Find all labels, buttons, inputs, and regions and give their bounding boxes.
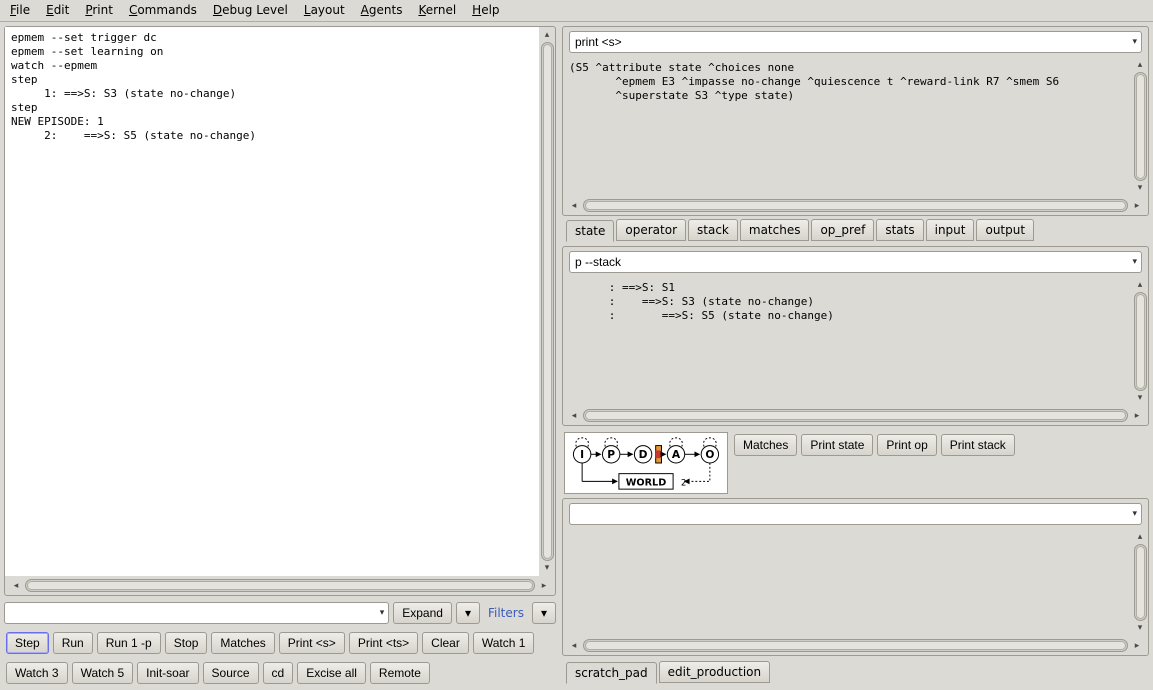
tab-input[interactable]: input xyxy=(926,219,975,241)
svg-text:I: I xyxy=(580,448,584,461)
bottom-right-pane: ▾ ▴ ▾ ◂ ▸ xyxy=(562,498,1149,656)
step-button[interactable]: Step xyxy=(6,632,49,654)
scroll-left-icon[interactable]: ◂ xyxy=(9,581,23,591)
menu-kernel[interactable]: Kernel xyxy=(418,3,456,17)
menu-debug-level[interactable]: Debug Level xyxy=(213,3,288,17)
watch1-button[interactable]: Watch 1 xyxy=(473,632,535,654)
print-state-button[interactable]: Print state xyxy=(801,434,873,456)
print-stack-button[interactable]: Print stack xyxy=(941,434,1015,456)
scroll-right-icon[interactable]: ▸ xyxy=(1130,641,1144,651)
tab-output[interactable]: output xyxy=(976,219,1034,241)
scroll-up-icon[interactable]: ▴ xyxy=(540,30,554,40)
scroll-down-icon[interactable]: ▾ xyxy=(1133,623,1147,633)
top-right-pane: ▾ (S5 ^attribute state ^choices none ^ep… xyxy=(562,26,1149,216)
cd-button[interactable]: cd xyxy=(263,662,294,684)
svg-text:O: O xyxy=(705,448,714,461)
top-right-vscroll[interactable]: ▴ ▾ xyxy=(1132,57,1148,196)
expand-dropdown-button[interactable]: ▾ xyxy=(456,602,480,624)
tab-scratch-pad[interactable]: scratch_pad xyxy=(566,662,657,684)
decision-cycle-diagram: I P D A O xyxy=(564,432,728,494)
menu-edit[interactable]: Edit xyxy=(46,3,69,17)
scroll-up-icon[interactable]: ▴ xyxy=(1133,532,1147,542)
mid-right-combo[interactable] xyxy=(569,251,1142,273)
watch5-button[interactable]: Watch 5 xyxy=(72,662,134,684)
menu-commands[interactable]: Commands xyxy=(129,3,197,17)
command-buttons-row2: Watch 3 Watch 5 Init-soar Source cd Exci… xyxy=(4,662,556,688)
svg-text:P: P xyxy=(607,448,615,461)
scroll-left-icon[interactable]: ◂ xyxy=(567,201,581,211)
menu-file[interactable]: File xyxy=(10,3,30,17)
bottom-tabbar: scratch_pad edit_production xyxy=(562,660,1149,688)
source-button[interactable]: Source xyxy=(203,662,259,684)
scroll-down-icon[interactable]: ▾ xyxy=(1133,183,1147,193)
scroll-up-icon[interactable]: ▴ xyxy=(1133,60,1147,70)
expand-button[interactable]: Expand xyxy=(393,602,452,624)
filters-link[interactable]: Filters xyxy=(484,606,528,620)
svg-text:2: 2 xyxy=(681,478,687,488)
bottom-right-vscroll[interactable]: ▴ ▾ xyxy=(1132,529,1148,636)
mid-right-pane: ▾ : ==>S: S1 : ==>S: S3 (state no-change… xyxy=(562,246,1149,426)
mid-right-hscroll[interactable] xyxy=(583,409,1128,422)
run1p-button[interactable]: Run 1 -p xyxy=(97,632,161,654)
mid-right-output: : ==>S: S1 : ==>S: S3 (state no-change) … xyxy=(563,277,1132,406)
diagram-world-label: WORLD xyxy=(626,477,666,488)
command-buttons-row1: Step Run Run 1 -p Stop Matches Print <s>… xyxy=(4,628,556,658)
tab-edit-production[interactable]: edit_production xyxy=(659,661,770,683)
run-button[interactable]: Run xyxy=(53,632,93,654)
scroll-down-icon[interactable]: ▾ xyxy=(540,563,554,573)
left-output-vscroll[interactable]: ▴ ▾ xyxy=(539,27,555,576)
bottom-right-output xyxy=(563,529,1132,636)
tab-state[interactable]: state xyxy=(566,220,614,242)
print-op-button[interactable]: Print op xyxy=(877,434,936,456)
tab-stack[interactable]: stack xyxy=(688,219,738,241)
top-right-combo[interactable] xyxy=(569,31,1142,53)
scroll-right-icon[interactable]: ▸ xyxy=(1130,411,1144,421)
menu-layout[interactable]: Layout xyxy=(304,3,345,17)
bottom-right-hscroll[interactable] xyxy=(583,639,1128,652)
tab-op-pref[interactable]: op_pref xyxy=(811,219,874,241)
print-s-button[interactable]: Print <s> xyxy=(279,632,345,654)
bottom-right-combo[interactable] xyxy=(569,503,1142,525)
tab-matches[interactable]: matches xyxy=(740,219,810,241)
scroll-up-icon[interactable]: ▴ xyxy=(1133,280,1147,290)
top-right-hscroll[interactable] xyxy=(583,199,1128,212)
top-right-output: (S5 ^attribute state ^choices none ^epme… xyxy=(563,57,1132,196)
right-tabbar: state operator stack matches op_pref sta… xyxy=(562,220,1149,242)
scroll-down-icon[interactable]: ▾ xyxy=(1133,393,1147,403)
left-command-combo[interactable] xyxy=(4,602,389,624)
left-output-text: epmem --set trigger dc epmem --set learn… xyxy=(5,27,539,576)
menubar: File Edit Print Commands Debug Level Lay… xyxy=(0,0,1153,22)
menu-agents[interactable]: Agents xyxy=(361,3,403,17)
tab-stats[interactable]: stats xyxy=(876,219,923,241)
remote-button[interactable]: Remote xyxy=(370,662,430,684)
menu-print[interactable]: Print xyxy=(85,3,113,17)
scroll-right-icon[interactable]: ▸ xyxy=(537,581,551,591)
watch3-button[interactable]: Watch 3 xyxy=(6,662,68,684)
left-output-hscroll[interactable] xyxy=(25,579,535,592)
clear-button[interactable]: Clear xyxy=(422,632,469,654)
mid-right-vscroll[interactable]: ▴ ▾ xyxy=(1132,277,1148,406)
matches-button-right[interactable]: Matches xyxy=(734,434,797,456)
print-ts-button[interactable]: Print <ts> xyxy=(349,632,418,654)
stop-button[interactable]: Stop xyxy=(165,632,208,654)
scroll-left-icon[interactable]: ◂ xyxy=(567,641,581,651)
filters-dropdown-button[interactable]: ▾ xyxy=(532,602,556,624)
tab-operator[interactable]: operator xyxy=(616,219,686,241)
menu-help[interactable]: Help xyxy=(472,3,499,17)
matches-button[interactable]: Matches xyxy=(211,632,274,654)
left-output-pane: epmem --set trigger dc epmem --set learn… xyxy=(4,26,556,596)
excise-all-button[interactable]: Excise all xyxy=(297,662,366,684)
scroll-right-icon[interactable]: ▸ xyxy=(1130,201,1144,211)
svg-text:A: A xyxy=(672,448,681,461)
svg-text:D: D xyxy=(639,448,648,461)
init-soar-button[interactable]: Init-soar xyxy=(137,662,198,684)
scroll-left-icon[interactable]: ◂ xyxy=(567,411,581,421)
